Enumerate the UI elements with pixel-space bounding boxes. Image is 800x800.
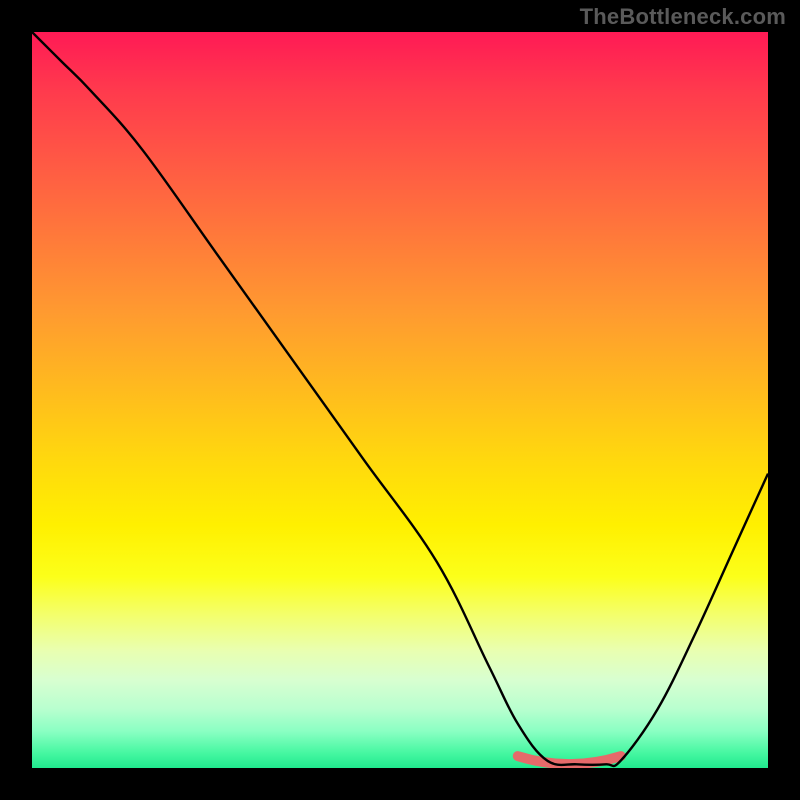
chart-frame: TheBottleneck.com [0,0,800,800]
watermark-text: TheBottleneck.com [580,4,786,30]
bottleneck-curve [32,32,768,766]
plot-svg [32,32,768,768]
valley-highlight [518,756,621,764]
plot-area [32,32,768,768]
